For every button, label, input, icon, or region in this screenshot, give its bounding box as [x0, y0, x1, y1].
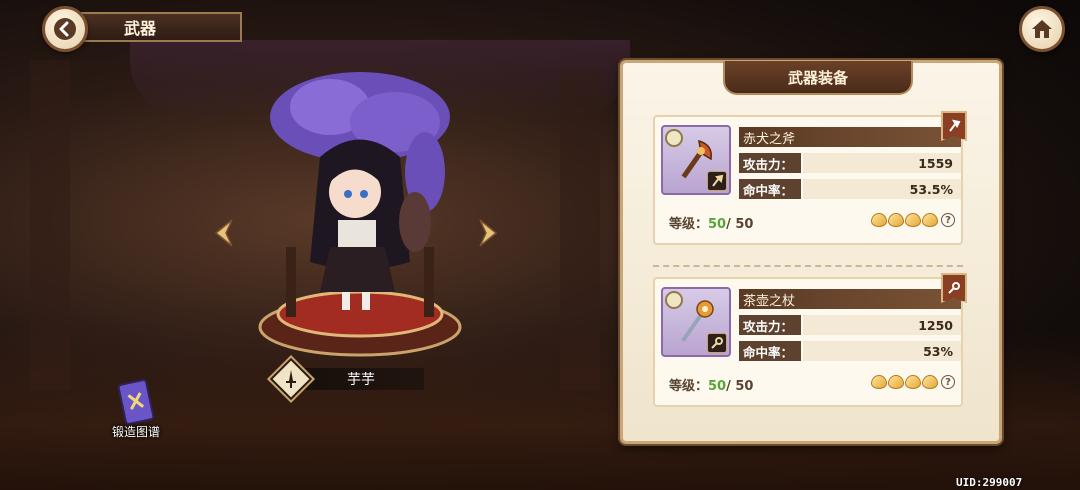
page-title-text: 武器	[124, 19, 157, 38]
star-icon	[871, 375, 887, 389]
prev-character-button[interactable]	[208, 216, 238, 250]
help-icon[interactable]: ?	[941, 375, 955, 389]
next-character-button[interactable]	[474, 216, 504, 250]
chevron-right-icon	[479, 219, 498, 247]
weapon-name-row: 茶壶之杖	[739, 289, 961, 309]
axe-icon	[712, 174, 724, 187]
user-id: UID:299007	[956, 476, 1023, 489]
weapon-name: 赤犬之斧	[743, 131, 796, 147]
character-sprite	[258, 72, 462, 357]
level-current: 50	[708, 379, 727, 394]
staff-icon	[711, 337, 723, 349]
hit-rate-value: 53%	[803, 341, 961, 361]
attack-stat-row: 攻击力： 1250	[739, 315, 961, 335]
hit-rate-label: 命中率：	[739, 179, 801, 199]
attack-label: 攻击力：	[739, 153, 801, 173]
character-name-bar: 芋芋	[298, 368, 424, 390]
weapon-icon-frame	[661, 125, 731, 195]
sword-class-icon	[286, 370, 296, 388]
weapon-icon-frame	[661, 287, 731, 357]
attack-label: 攻击力：	[739, 315, 801, 335]
weapon-card[interactable]: 赤犬之斧 攻击力： 1559 命中率： 53.5% 等级：50/ 50 ?	[653, 111, 967, 245]
home-icon	[1032, 20, 1052, 38]
star-rating: ?	[871, 375, 955, 389]
character-name: 芋芋	[347, 372, 375, 388]
star-icon	[922, 375, 938, 389]
level-label: 等级：	[669, 379, 709, 394]
hit-rate-stat-row: 命中率： 53%	[739, 341, 961, 361]
home-button[interactable]	[1019, 6, 1065, 52]
level-label: 等级：	[669, 217, 709, 232]
attack-stat-row: 攻击力： 1559	[739, 153, 961, 173]
hit-rate-stat-row: 命中率： 53.5%	[739, 179, 961, 199]
staff-icon	[948, 282, 960, 294]
panel-title-text: 武器装备	[787, 68, 848, 87]
forge-book-button[interactable]: 锻造图谱	[106, 378, 166, 440]
card-divider	[653, 265, 963, 267]
attack-value: 1559	[803, 153, 961, 173]
page-title: 武器	[72, 12, 242, 42]
star-icon	[871, 213, 887, 227]
hit-rate-value: 53.5%	[803, 179, 961, 199]
star-icon	[905, 213, 921, 227]
weapon-equipment-panel: 武器装备 赤犬之斧 攻击力： 1559 命中率： 53.5% 等级：50/ 50…	[620, 60, 1002, 444]
weapon-level: 等级：50/ 50	[669, 213, 753, 232]
level-current: 50	[708, 217, 727, 232]
attack-value: 1250	[803, 315, 961, 335]
star-icon	[888, 375, 904, 389]
weapon-name-row: 赤犬之斧	[739, 127, 961, 147]
star-rating: ?	[871, 213, 955, 227]
back-arrow-icon	[54, 18, 76, 40]
panel-title: 武器装备	[723, 61, 913, 95]
star-icon	[888, 213, 904, 227]
type-badge	[707, 333, 727, 353]
type-badge	[707, 171, 727, 191]
level-max: / 50	[726, 379, 754, 394]
scroll-icon	[117, 379, 155, 425]
forge-book-label: 锻造图谱	[111, 425, 160, 439]
character-name-plate: 芋芋	[269, 357, 430, 401]
weapon-level: 等级：50/ 50	[669, 375, 753, 394]
level-max: / 50	[726, 217, 754, 232]
hit-rate-label: 命中率：	[739, 341, 801, 361]
help-icon[interactable]: ?	[941, 213, 955, 227]
star-icon	[905, 375, 921, 389]
chevron-left-icon	[214, 219, 233, 247]
character-display	[250, 62, 470, 362]
weapon-name: 茶壶之杖	[743, 293, 796, 309]
weapon-card[interactable]: 茶壶之杖 攻击力： 1250 命中率： 53% 等级：50/ 50 ?	[653, 273, 967, 407]
axe-icon	[949, 119, 961, 132]
back-button[interactable]	[42, 6, 88, 52]
star-icon	[922, 213, 938, 227]
